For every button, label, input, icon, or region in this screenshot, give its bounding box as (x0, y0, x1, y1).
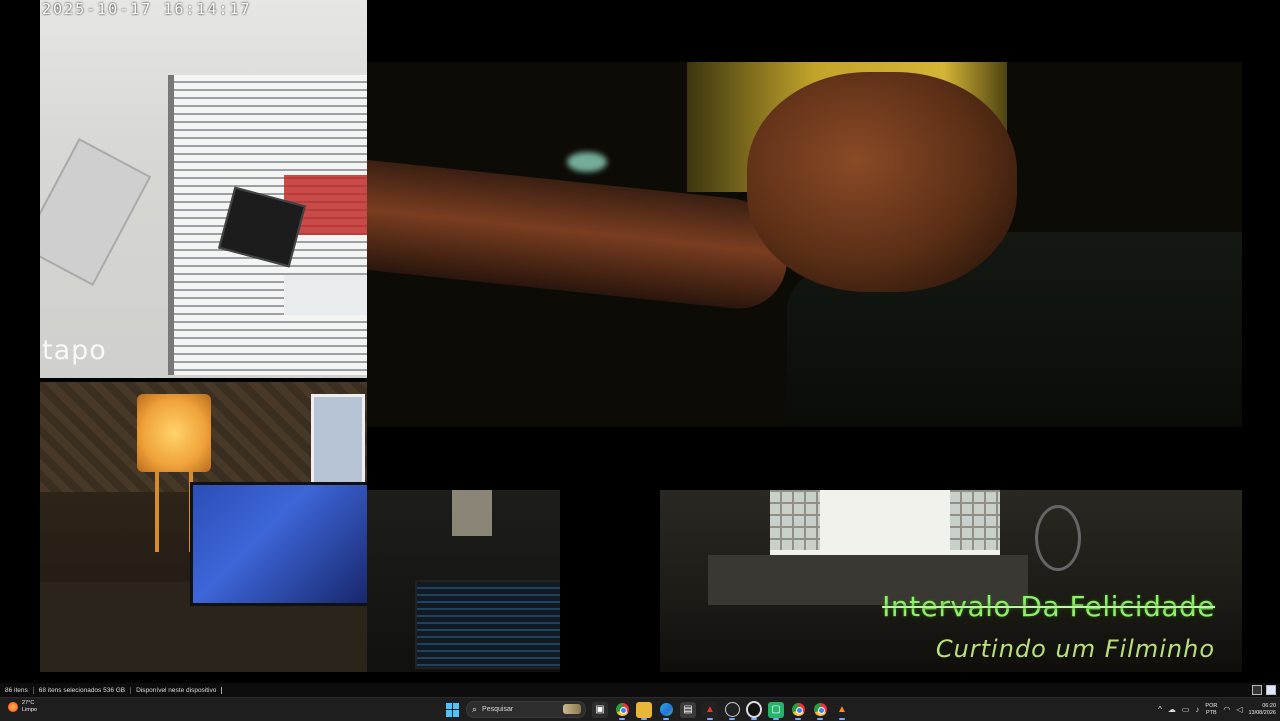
taskbar: 27°C Limpo ⌕ Pesquisar ▣ ▤ ▲ ▢ ▲ ^ ☁ ▭ ♪… (0, 697, 1280, 721)
clock-date: 13/08/2026 (1248, 709, 1276, 716)
overlay-subtitle: Curtindo um Filminho (935, 635, 1215, 663)
fan-shape (1035, 505, 1081, 571)
chrome-icon[interactable] (790, 702, 806, 720)
obs-icon[interactable] (746, 701, 762, 720)
weather-icon (8, 702, 18, 712)
parked-car (284, 275, 367, 315)
selection-summary: 68 itens selecionados 536 GB (34, 686, 132, 694)
camera-feed-studio (367, 490, 560, 672)
app-icon[interactable]: ▲ (702, 701, 718, 720)
window-grille-left (770, 490, 820, 550)
app-icon[interactable]: ▢ (768, 701, 784, 720)
weather-temp: 27°C (22, 700, 35, 706)
vlc-icon[interactable]: ▲ (834, 702, 850, 720)
details-view-icon[interactable] (1252, 685, 1262, 695)
search-placeholder: Pesquisar (482, 706, 514, 713)
edge-icon[interactable] (658, 702, 674, 720)
file-explorer-icon[interactable] (636, 701, 652, 720)
task-view-icon[interactable]: ▣ (592, 701, 608, 718)
lamp-shade (137, 394, 211, 472)
weather-condition: Limpo (22, 707, 37, 713)
explorer-status-bar: 86 itens 68 itens selecionados 536 GB Di… (0, 683, 1280, 697)
taskbar-apps: ⌕ Pesquisar ▣ ▤ ▲ ▢ ▲ (446, 700, 850, 720)
bright-window (770, 490, 1000, 555)
camera-timestamp: 2025-10-17 16:14:17 (42, 0, 252, 18)
weather-widget[interactable]: 27°C Limpo (8, 700, 37, 714)
microphone-icon[interactable]: ♪ (1195, 705, 1199, 714)
lamp-base (155, 472, 193, 552)
keyboard-layout: PTB (1206, 709, 1217, 716)
monitor-screen (190, 482, 367, 606)
audio-mixer-screen (415, 580, 560, 669)
clock-time: 06:20 (1262, 702, 1276, 709)
light-glint (567, 152, 607, 172)
hand-shape (747, 72, 1017, 292)
steam-icon[interactable] (724, 702, 740, 720)
taskbar-search[interactable]: ⌕ Pesquisar (466, 701, 586, 718)
volume-icon[interactable]: ◁ (1236, 705, 1242, 714)
monitor-icon[interactable]: ▭ (1182, 705, 1190, 714)
camera-feed-entrance: 2025-10-17 16:14:17 tapo (40, 0, 367, 378)
cloud-icon[interactable]: ☁ (1168, 705, 1176, 714)
store-icon[interactable]: ▤ (680, 701, 696, 718)
chevron-up-icon[interactable]: ^ (1158, 705, 1162, 714)
window-grille-right (950, 490, 1000, 550)
system-tray: ^ ☁ ▭ ♪ POR PTB ◠ ◁ 06:20 13/08/2026 (1158, 698, 1280, 721)
laptop-image (40, 138, 152, 286)
tiles-view-icon[interactable] (1266, 685, 1276, 695)
movie-frame (367, 62, 1242, 427)
wall-poster (452, 490, 492, 536)
chrome-icon[interactable] (812, 702, 828, 720)
view-toggle (1252, 685, 1276, 695)
language-code: POR (1205, 702, 1218, 709)
chrome-icon[interactable] (614, 702, 630, 720)
clock[interactable]: 06:20 13/08/2026 (1248, 703, 1276, 717)
language-indicator[interactable]: POR PTB (1205, 703, 1217, 717)
camera-feed-room (40, 382, 367, 672)
search-icon: ⌕ (472, 704, 478, 714)
overlay-title: Intervalo Da Felicidade (882, 590, 1215, 623)
availability-status: Disponível neste dispositivo (131, 686, 223, 694)
camera-brand-logo: tapo (42, 335, 107, 366)
search-highlight-icon (563, 704, 581, 714)
item-count: 86 itens (0, 686, 34, 694)
wifi-icon[interactable]: ◠ (1223, 705, 1230, 714)
start-button[interactable] (446, 702, 460, 717)
